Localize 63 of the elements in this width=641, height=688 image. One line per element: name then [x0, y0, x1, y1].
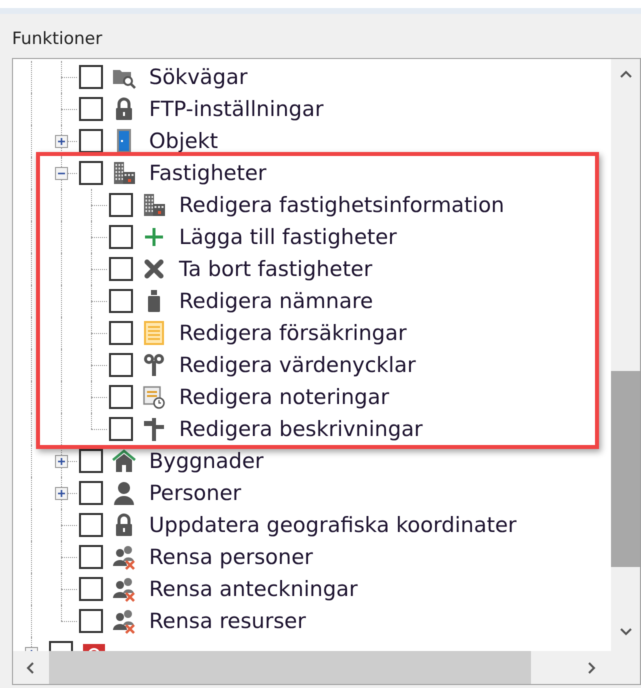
- plus-icon: [57, 137, 66, 146]
- scroll-left-icon[interactable]: [25, 660, 35, 674]
- people-remove-icon: [111, 576, 137, 602]
- tree-item-label[interactable]: Byggnader: [149, 448, 264, 474]
- signpost-icon: [141, 416, 167, 442]
- buildings-icon: [111, 160, 137, 186]
- document-lines-icon: [141, 320, 167, 346]
- tree-item-label[interactable]: Redigera fastighetsinformation: [179, 192, 504, 218]
- horizontal-scrollbar[interactable]: [13, 651, 640, 684]
- person-icon: [111, 480, 137, 506]
- tree-item-label[interactable]: Lägga till fastigheter: [179, 224, 397, 250]
- tree-item-label[interactable]: Uppdatera geografiska koordinater: [149, 512, 516, 538]
- tree-item-label[interactable]: FTP-inställningar: [149, 96, 324, 122]
- checkbox[interactable]: [79, 513, 103, 537]
- expand-toggle[interactable]: [55, 455, 68, 468]
- checkbox[interactable]: [109, 321, 133, 345]
- tree-item-label[interactable]: Redigera nämnare: [179, 288, 374, 314]
- tree-item-label[interactable]: Redigera beskrivningar: [179, 416, 423, 442]
- checkbox[interactable]: [109, 353, 133, 377]
- checkbox[interactable]: [79, 129, 103, 153]
- scrollbar-thumb[interactable]: [611, 371, 640, 567]
- checkbox[interactable]: [79, 97, 103, 121]
- scroll-up-icon[interactable]: [618, 69, 632, 79]
- note-clock-icon: [141, 384, 167, 410]
- checkbox[interactable]: [109, 289, 133, 313]
- tree-item-label[interactable]: Sökvägar: [149, 64, 248, 90]
- buildings-icon: [141, 192, 167, 218]
- tree-item-label[interactable]: Rensa resurser: [149, 608, 306, 634]
- checkbox[interactable]: [109, 193, 133, 217]
- vertical-scrollbar[interactable]: [611, 59, 640, 651]
- checkbox[interactable]: [79, 65, 103, 89]
- tree-item-label[interactable]: Rensa personer: [149, 544, 313, 570]
- people-remove-icon: [111, 544, 137, 570]
- house-icon: [111, 448, 137, 474]
- checkbox[interactable]: [79, 481, 103, 505]
- tree-item-label[interactable]: Redigera försäkringar: [179, 320, 407, 346]
- checkbox[interactable]: [79, 577, 103, 601]
- tree-item-label[interactable]: Fastigheter: [149, 160, 266, 186]
- tree-item-label[interactable]: Personer: [149, 480, 242, 506]
- tree-item-label[interactable]: Redigera värdenycklar: [179, 352, 416, 378]
- group-label: Funktioner: [12, 29, 102, 49]
- tree-item-label[interactable]: Ta bort fastigheter: [179, 256, 372, 282]
- checkbox[interactable]: [79, 161, 103, 185]
- checkbox[interactable]: [109, 225, 133, 249]
- checkbox[interactable]: [109, 257, 133, 281]
- tree-item-label[interactable]: Rensa anteckningar: [149, 576, 358, 602]
- checkbox[interactable]: [79, 609, 103, 633]
- expand-toggle[interactable]: [55, 135, 68, 148]
- checkbox[interactable]: [79, 449, 103, 473]
- people-remove-icon: [111, 608, 137, 634]
- tree-item-label[interactable]: Redigera noteringar: [179, 384, 390, 410]
- key-icon: [141, 352, 167, 378]
- scroll-down-icon[interactable]: [618, 627, 632, 637]
- checkbox[interactable]: [109, 417, 133, 441]
- checkbox[interactable]: [109, 385, 133, 409]
- scroll-right-icon[interactable]: [587, 660, 597, 674]
- plus-icon: [57, 489, 66, 498]
- checkbox[interactable]: [79, 545, 103, 569]
- scrollbar-thumb[interactable]: [49, 651, 531, 684]
- tree-item-label[interactable]: Objekt: [149, 128, 218, 154]
- collapse-toggle[interactable]: [55, 167, 68, 180]
- expand-toggle[interactable]: [55, 487, 68, 500]
- plus-icon: [57, 457, 66, 466]
